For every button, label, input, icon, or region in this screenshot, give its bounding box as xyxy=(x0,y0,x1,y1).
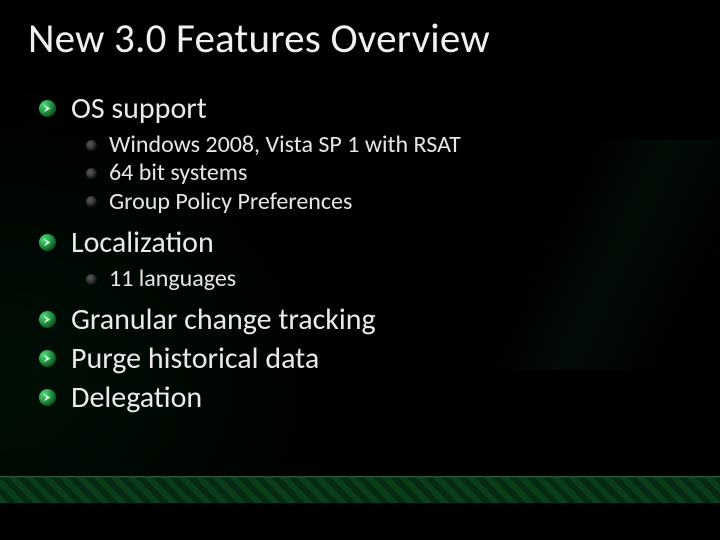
bullet-row: Localization xyxy=(38,224,690,261)
footer-stripe xyxy=(0,476,720,504)
sub-item: Windows 2008, Vista SP 1 with RSAT xyxy=(86,131,690,159)
list-item: OS support Windows 2008, Vista SP 1 with… xyxy=(38,90,690,216)
list-item: Delegation xyxy=(38,379,690,416)
list-item: Purge historical data xyxy=(38,340,690,377)
sub-item-label: Group Policy Preferences xyxy=(109,188,352,216)
item-label: OS support xyxy=(71,90,207,127)
item-label: Localization xyxy=(71,224,214,261)
sub-item-label: 11 languages xyxy=(109,265,236,293)
arrow-bullet-icon xyxy=(38,388,57,407)
slide-body: OS support Windows 2008, Vista SP 1 with… xyxy=(38,88,690,418)
arrow-bullet-icon xyxy=(38,349,57,368)
arrow-bullet-icon xyxy=(38,99,57,118)
sub-item-label: Windows 2008, Vista SP 1 with RSAT xyxy=(109,131,461,159)
arrow-bullet-icon xyxy=(38,310,57,329)
dot-bullet-icon xyxy=(86,196,97,207)
list-item: Localization 11 languages xyxy=(38,224,690,293)
sub-list: Windows 2008, Vista SP 1 with RSAT 64 bi… xyxy=(38,131,690,216)
sub-item: 11 languages xyxy=(86,265,690,293)
dot-bullet-icon xyxy=(86,274,97,285)
dot-bullet-icon xyxy=(86,168,97,179)
item-label: Granular change tracking xyxy=(71,301,376,338)
item-label: Delegation xyxy=(71,379,202,416)
dot-bullet-icon xyxy=(86,140,97,151)
slide: New 3.0 Features Overview OS support Win… xyxy=(0,0,720,540)
arrow-bullet-icon xyxy=(38,233,57,252)
sub-item-label: 64 bit systems xyxy=(109,159,247,187)
slide-title: New 3.0 Features Overview xyxy=(28,14,490,64)
sub-item: Group Policy Preferences xyxy=(86,188,690,216)
list-item: Granular change tracking xyxy=(38,301,690,338)
sub-list: 11 languages xyxy=(38,265,690,293)
bullet-row: OS support xyxy=(38,90,690,127)
sub-item: 64 bit systems xyxy=(86,159,690,187)
item-label: Purge historical data xyxy=(71,340,319,377)
footer-under xyxy=(0,504,720,540)
